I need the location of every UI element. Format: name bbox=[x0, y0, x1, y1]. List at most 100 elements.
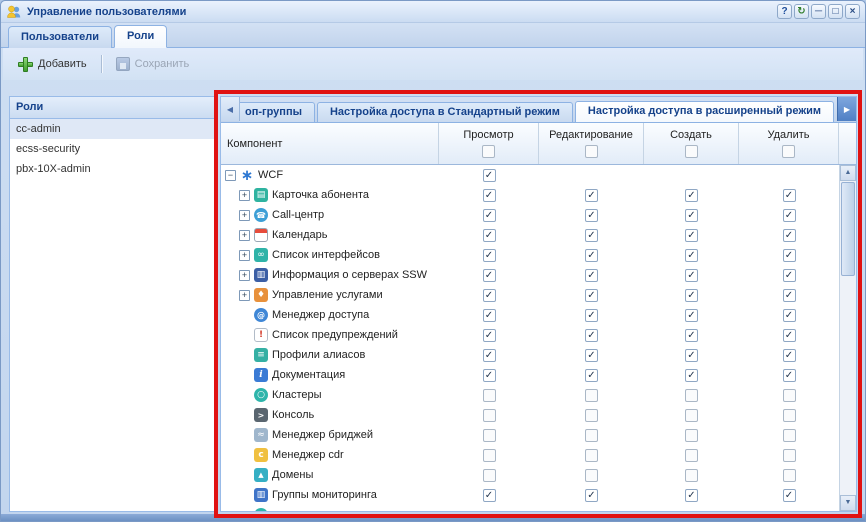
permission-checkbox[interactable]: ✓ bbox=[685, 329, 698, 342]
table-row[interactable]: >Консоль bbox=[221, 405, 856, 425]
permission-checkbox[interactable]: ✓ bbox=[585, 349, 598, 362]
select-all-delete-checkbox[interactable] bbox=[782, 145, 795, 158]
permission-checkbox[interactable] bbox=[585, 409, 598, 422]
permission-checkbox[interactable]: ✓ bbox=[585, 489, 598, 502]
permission-checkbox[interactable] bbox=[783, 449, 796, 462]
column-header-edit[interactable]: Редактирование bbox=[539, 123, 644, 164]
permission-checkbox[interactable]: ✓ bbox=[585, 309, 598, 322]
permission-checkbox[interactable] bbox=[783, 429, 796, 442]
permission-checkbox[interactable]: ✓ bbox=[483, 349, 496, 362]
refresh-button[interactable]: ↻ bbox=[794, 4, 809, 19]
vertical-scrollbar[interactable]: ▲ ▼ bbox=[839, 165, 856, 511]
permission-checkbox[interactable] bbox=[483, 469, 496, 482]
select-all-edit-checkbox[interactable] bbox=[585, 145, 598, 158]
permission-checkbox[interactable]: ✓ bbox=[585, 289, 598, 302]
add-button[interactable]: Добавить bbox=[9, 53, 96, 76]
table-row[interactable] bbox=[221, 505, 856, 511]
table-row[interactable]: +♦Управление услугами✓✓✓✓ bbox=[221, 285, 856, 305]
permission-checkbox[interactable]: ✓ bbox=[685, 369, 698, 382]
table-row[interactable]: +▤Карточка абонента✓✓✓✓ bbox=[221, 185, 856, 205]
tab-standard-mode-access[interactable]: Настройка доступа в Стандартный режим bbox=[317, 102, 573, 122]
permission-checkbox[interactable] bbox=[585, 449, 598, 462]
column-header-component[interactable]: Компонент bbox=[221, 123, 439, 164]
permission-checkbox[interactable]: ✓ bbox=[685, 289, 698, 302]
tree-expander-icon[interactable]: + bbox=[239, 250, 250, 261]
role-item-ecss-security[interactable]: ecss-security bbox=[10, 139, 215, 159]
role-item-cc-admin[interactable]: cc-admin bbox=[10, 119, 215, 139]
permission-checkbox[interactable]: ✓ bbox=[783, 329, 796, 342]
permission-checkbox[interactable]: ✓ bbox=[585, 229, 598, 242]
permission-checkbox[interactable] bbox=[685, 429, 698, 442]
table-row[interactable]: @Менеджер доступа✓✓✓✓ bbox=[221, 305, 856, 325]
permission-checkbox[interactable]: ✓ bbox=[783, 349, 796, 362]
select-all-view-checkbox[interactable] bbox=[482, 145, 495, 158]
permission-checkbox[interactable]: ✓ bbox=[685, 229, 698, 242]
permission-checkbox[interactable]: ✓ bbox=[783, 229, 796, 242]
permission-checkbox[interactable]: ✓ bbox=[483, 489, 496, 502]
column-header-create[interactable]: Создать bbox=[644, 123, 739, 164]
permission-checkbox[interactable]: ✓ bbox=[685, 249, 698, 262]
table-row[interactable]: +▥Информация о серверах SSW✓✓✓✓ bbox=[221, 265, 856, 285]
permission-checkbox[interactable]: ✓ bbox=[483, 209, 496, 222]
table-row[interactable]: ≈Менеджер бриджей bbox=[221, 425, 856, 445]
table-row[interactable]: +Календарь✓✓✓✓ bbox=[221, 225, 856, 245]
permission-checkbox[interactable] bbox=[685, 449, 698, 462]
permission-checkbox[interactable]: ✓ bbox=[783, 369, 796, 382]
tab-scroll-left-button[interactable]: ◀ bbox=[221, 97, 240, 121]
column-header-view[interactable]: Просмотр bbox=[439, 123, 539, 164]
permission-checkbox[interactable]: ✓ bbox=[483, 189, 496, 202]
table-row[interactable]: iДокументация✓✓✓✓ bbox=[221, 365, 856, 385]
table-row[interactable]: +☎Call-центр✓✓✓✓ bbox=[221, 205, 856, 225]
save-button[interactable]: Сохранить bbox=[107, 53, 199, 75]
permission-checkbox[interactable]: ✓ bbox=[783, 269, 796, 282]
tab-groups[interactable]: оп-группы bbox=[239, 102, 315, 122]
permission-checkbox[interactable]: ✓ bbox=[783, 209, 796, 222]
permission-checkbox[interactable]: ✓ bbox=[783, 249, 796, 262]
permission-checkbox[interactable] bbox=[483, 449, 496, 462]
permission-checkbox[interactable]: ✓ bbox=[585, 369, 598, 382]
permission-checkbox[interactable]: ✓ bbox=[783, 489, 796, 502]
tree-expander-icon[interactable]: + bbox=[239, 230, 250, 241]
permission-checkbox[interactable]: ✓ bbox=[585, 329, 598, 342]
permission-checkbox[interactable]: ✓ bbox=[483, 229, 496, 242]
tree-expander-icon[interactable]: − bbox=[225, 170, 236, 181]
permission-checkbox[interactable] bbox=[685, 409, 698, 422]
permission-checkbox[interactable] bbox=[483, 389, 496, 402]
permission-checkbox[interactable] bbox=[783, 469, 796, 482]
table-row[interactable]: +∞Список интерфейсов✓✓✓✓ bbox=[221, 245, 856, 265]
tree-expander-icon[interactable]: + bbox=[239, 270, 250, 281]
permission-checkbox[interactable]: ✓ bbox=[685, 349, 698, 362]
tree-expander-icon[interactable]: + bbox=[239, 210, 250, 221]
tab-roles[interactable]: Роли bbox=[114, 25, 167, 48]
permission-checkbox[interactable] bbox=[483, 429, 496, 442]
permission-checkbox[interactable] bbox=[585, 429, 598, 442]
minimize-button[interactable]: ─ bbox=[811, 4, 826, 19]
permission-checkbox[interactable]: ✓ bbox=[783, 309, 796, 322]
permission-checkbox[interactable] bbox=[783, 389, 796, 402]
tree-expander-icon[interactable]: + bbox=[239, 190, 250, 201]
scroll-down-button[interactable]: ▼ bbox=[840, 495, 856, 511]
permission-checkbox[interactable]: ✓ bbox=[585, 249, 598, 262]
permission-checkbox[interactable]: ✓ bbox=[585, 189, 598, 202]
maximize-button[interactable]: □ bbox=[828, 4, 843, 19]
permission-checkbox[interactable] bbox=[585, 469, 598, 482]
permission-checkbox[interactable]: ✓ bbox=[483, 329, 496, 342]
tab-users[interactable]: Пользователи bbox=[8, 26, 112, 48]
select-all-create-checkbox[interactable] bbox=[685, 145, 698, 158]
close-button[interactable]: × bbox=[845, 4, 860, 19]
permission-checkbox[interactable]: ✓ bbox=[585, 269, 598, 282]
tab-extended-mode-access[interactable]: Настройка доступа в расширенный режим bbox=[575, 101, 834, 122]
permission-checkbox[interactable] bbox=[685, 389, 698, 402]
permission-checkbox[interactable]: ✓ bbox=[685, 489, 698, 502]
permission-checkbox[interactable]: ✓ bbox=[483, 249, 496, 262]
permission-checkbox[interactable]: ✓ bbox=[483, 369, 496, 382]
table-row[interactable]: ≡Профили алиасов✓✓✓✓ bbox=[221, 345, 856, 365]
table-row[interactable]: ▥Группы мониторинга✓✓✓✓ bbox=[221, 485, 856, 505]
permission-checkbox[interactable]: ✓ bbox=[783, 189, 796, 202]
permission-checkbox[interactable]: ✓ bbox=[685, 209, 698, 222]
permission-checkbox[interactable]: ✓ bbox=[685, 309, 698, 322]
table-row[interactable]: −∗WCF✓ bbox=[221, 165, 856, 185]
table-row[interactable]: cМенеджер cdr bbox=[221, 445, 856, 465]
table-row[interactable]: ▲Домены bbox=[221, 465, 856, 485]
column-header-delete[interactable]: Удалить bbox=[739, 123, 839, 164]
